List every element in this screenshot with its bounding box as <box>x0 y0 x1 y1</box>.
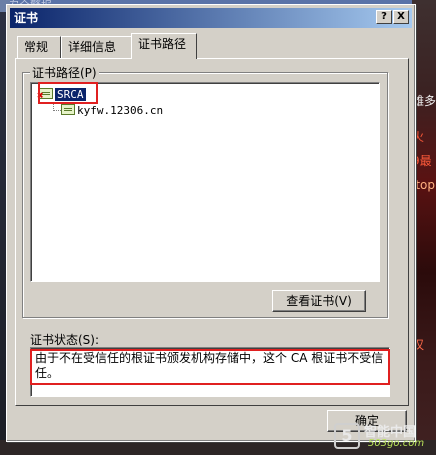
highlight-box-status <box>30 349 390 385</box>
help-button[interactable]: ? <box>376 10 392 24</box>
tab-cert-path[interactable]: 证书路径 <box>131 33 197 59</box>
window-title: 证书 <box>14 11 39 25</box>
cert-path-tree[interactable]: ✖ SRCA kyfw.12306.cn <box>30 82 380 282</box>
cert-path-group-label: 证书路径(P) <box>30 64 99 81</box>
watermark-logo: 5 智能中国 503go.com <box>334 419 434 453</box>
close-button[interactable]: X <box>393 10 409 24</box>
tab-details[interactable]: 详细信息 <box>61 36 133 58</box>
watermark-url: 503go.com <box>368 438 425 449</box>
watermark-logo-icon: 5 <box>334 423 360 449</box>
cert-status-label: 证书状态(S): <box>30 333 100 347</box>
tree-item-label: kyfw.12306.cn <box>77 104 164 117</box>
title-bar[interactable]: 证书 ? X <box>10 8 412 28</box>
tab-general[interactable]: 常规 <box>17 36 61 58</box>
certificate-icon <box>61 104 75 115</box>
tree-connector <box>53 103 61 111</box>
view-certificate-button[interactable]: 查看证书(V) <box>272 290 366 312</box>
tree-item-child[interactable]: kyfw.12306.cn <box>61 103 163 119</box>
highlight-box-root <box>38 82 98 104</box>
